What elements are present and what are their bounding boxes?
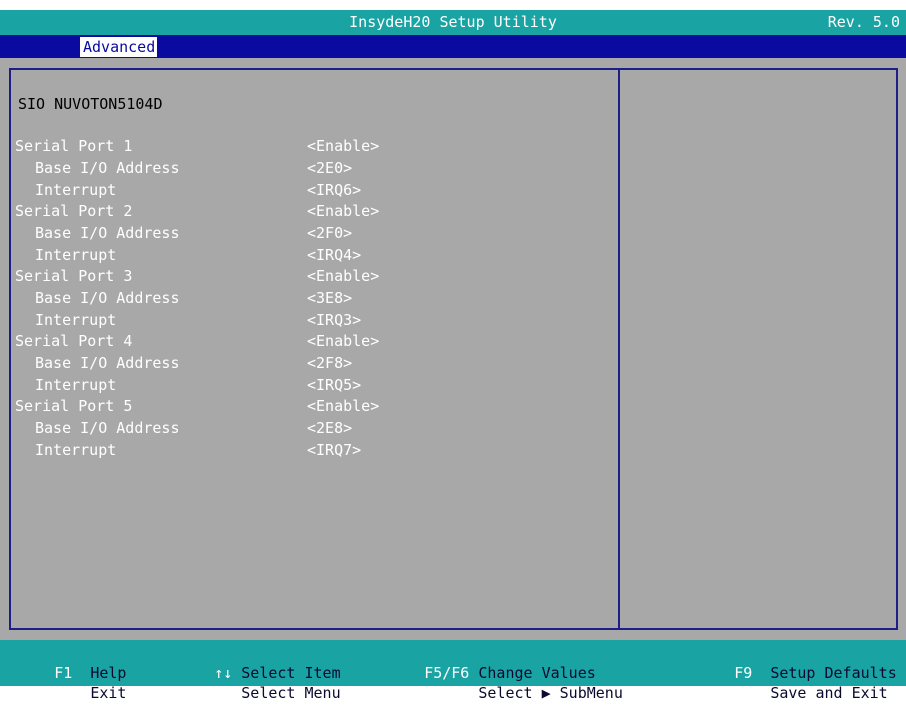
setting-row[interactable]: Interrupt <IRQ3> [11,311,618,331]
setting-label: Base I/O Address [35,159,180,177]
hint-exit[interactable]: Esc Exit [0,666,126,720]
setting-label: Base I/O Address [35,354,180,372]
title-bar: InsydeH20 Setup Utility Rev. 5.0 [0,10,906,35]
setting-label: Serial Port 1 [15,137,133,155]
setting-value[interactable]: <Enable> [307,137,379,155]
setting-value[interactable]: <IRQ4> [307,246,361,264]
setting-label: Interrupt [35,441,117,459]
setting-value[interactable]: <2F0> [307,224,352,242]
setting-row[interactable]: Interrupt <IRQ7> [11,441,618,461]
setting-label: Serial Port 2 [15,202,133,220]
setting-row[interactable]: Serial Port 4 <Enable> [11,332,618,352]
setting-label: Base I/O Address [35,289,180,307]
setting-label: Interrupt [35,376,117,394]
setting-row[interactable]: Serial Port 3 <Enable> [11,267,618,287]
status-bar: F1 Help Esc Exit ↑↓ Select Item ↔ Select… [0,640,906,702]
setting-value[interactable]: <IRQ7> [307,441,361,459]
setting-value[interactable]: <Enable> [307,397,379,415]
setting-label: Interrupt [35,311,117,329]
setting-value[interactable]: <IRQ3> [307,311,361,329]
hint-save-exit[interactable]: F10 Save and Exit [680,666,888,720]
hint-select-menu[interactable]: ↔ Select Menu [160,666,341,720]
setting-label: Interrupt [35,246,117,264]
setting-value[interactable]: <2E8> [307,419,352,437]
setting-row[interactable]: Serial Port 2 <Enable> [11,202,618,222]
hint-select-menu-desc: Select Menu [241,684,341,702]
setting-value[interactable]: <IRQ5> [307,376,361,394]
setting-label: Interrupt [35,181,117,199]
setting-row[interactable]: Interrupt <IRQ6> [11,181,618,201]
help-panel [620,68,898,630]
bios-screen: InsydeH20 Setup Utility Rev. 5.0 Advance… [0,10,906,702]
setting-row[interactable]: Base I/O Address <3E8> [11,289,618,309]
setting-row[interactable]: Serial Port 5 <Enable> [11,397,618,417]
hint-submenu-desc: Select ▶ SubMenu [478,684,623,702]
key-esc: Esc [54,684,82,702]
setting-label: Serial Port 4 [15,332,133,350]
setting-row[interactable]: Base I/O Address <2F8> [11,354,618,374]
app-title: InsydeH20 Setup Utility [349,13,557,31]
revision-label: Rev. 5.0 [827,13,900,31]
setting-value[interactable]: <3E8> [307,289,352,307]
section-title: SIO NUVOTON5104D [18,95,163,113]
setting-label: Base I/O Address [35,419,180,437]
setting-label: Serial Port 3 [15,267,133,285]
setting-value[interactable]: <2F8> [307,354,352,372]
setting-row[interactable]: Serial Port 1 <Enable> [11,137,618,157]
setting-value[interactable]: <Enable> [307,202,379,220]
setting-row[interactable]: Base I/O Address <2E8> [11,419,618,439]
setting-value[interactable]: <Enable> [307,332,379,350]
hint-save-exit-desc: Save and Exit [770,684,888,702]
hint-exit-desc: Exit [90,684,127,702]
setting-value[interactable]: <IRQ6> [307,181,361,199]
left-right-arrows-icon: ↔ [214,684,224,702]
tab-advanced[interactable]: Advanced [80,37,158,57]
setting-row[interactable]: Base I/O Address <2E0> [11,159,618,179]
setting-row[interactable]: Base I/O Address <2F0> [11,224,618,244]
settings-panel: SIO NUVOTON5104D Serial Port 1 <Enable> … [9,68,620,630]
menu-bar: Advanced [0,35,906,58]
setting-label: Serial Port 5 [15,397,133,415]
hint-submenu[interactable]: Enter Select ▶ SubMenu [370,666,623,720]
setting-value[interactable]: <Enable> [307,267,379,285]
setting-value[interactable]: <2E0> [307,159,352,177]
setting-row[interactable]: Interrupt <IRQ5> [11,376,618,396]
key-enter: Enter [424,684,470,702]
key-f10: F10 [734,684,762,702]
setting-row[interactable]: Interrupt <IRQ4> [11,246,618,266]
setting-label: Base I/O Address [35,224,180,242]
